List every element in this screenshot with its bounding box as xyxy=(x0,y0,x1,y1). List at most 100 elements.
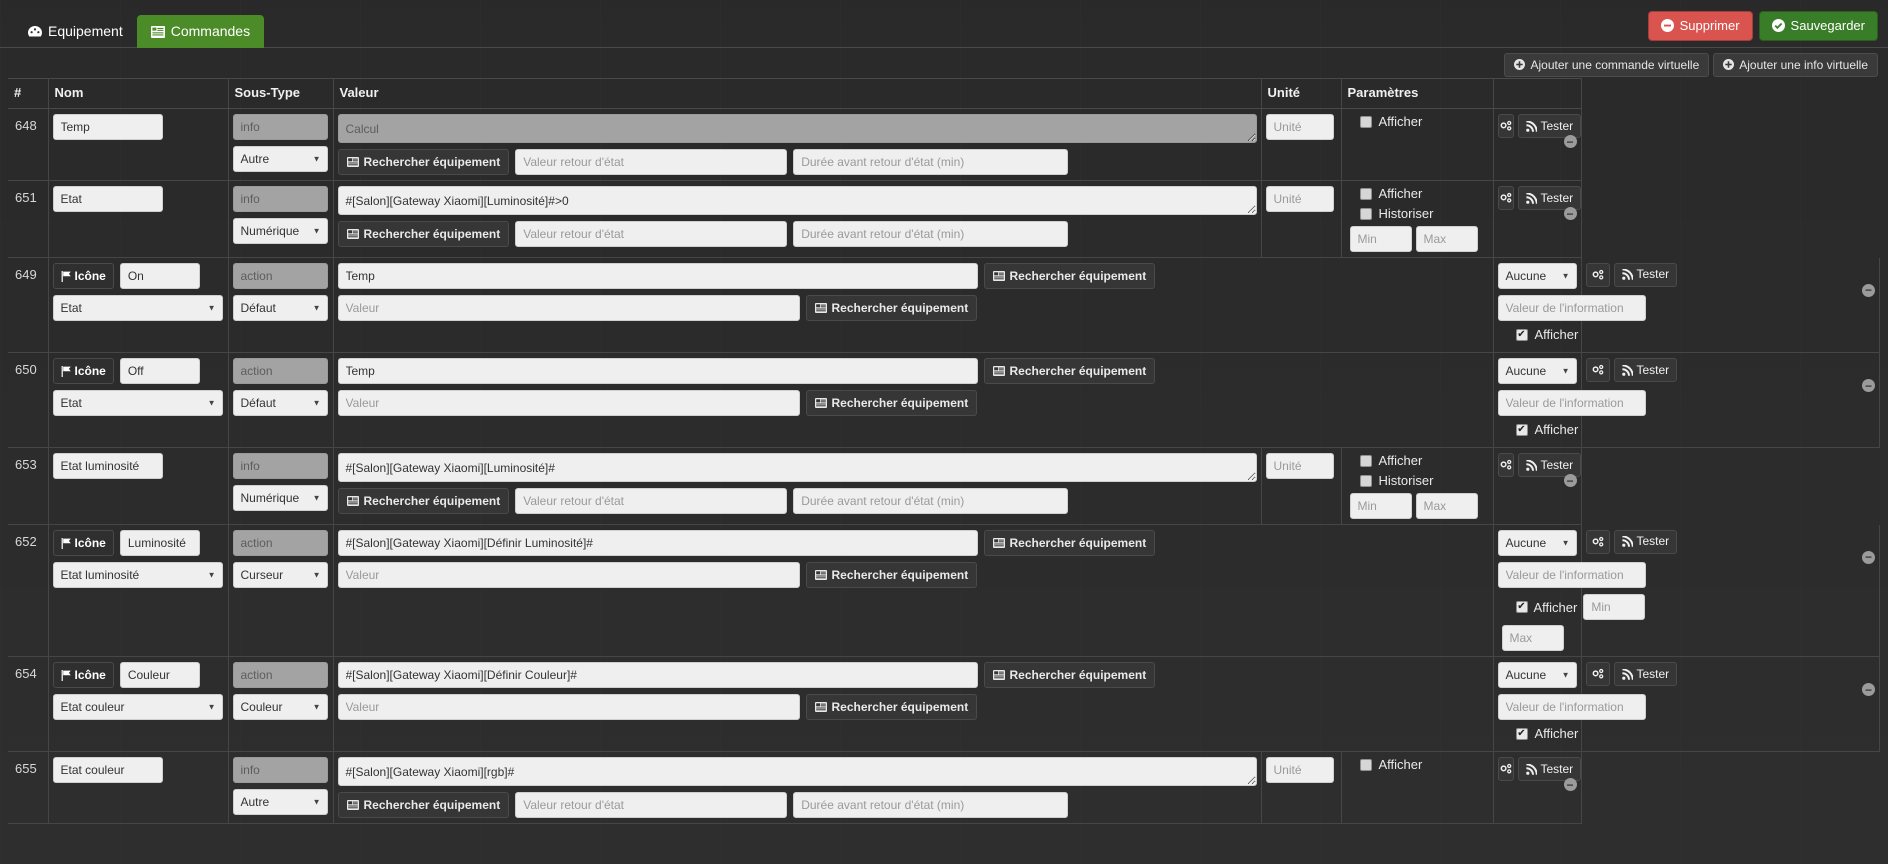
command-name-input[interactable] xyxy=(119,662,200,688)
choose-icon-button[interactable]: Icône xyxy=(52,530,114,556)
command-name-input[interactable] xyxy=(119,263,200,289)
search-equipment-button[interactable]: Rechercher équipement xyxy=(337,792,510,818)
unit-input[interactable] xyxy=(1265,186,1334,212)
afficher-checkbox[interactable]: ✔ xyxy=(1515,601,1528,613)
linked-info-select[interactable]: Etat couleur ▼ xyxy=(52,694,223,720)
unit-input[interactable] xyxy=(1265,114,1334,140)
command-request-input[interactable] xyxy=(337,358,978,384)
test-button[interactable]: Tester xyxy=(1613,262,1678,287)
command-value-textarea[interactable]: #[Salon][Gateway Xiaomi][Luminosité]# xyxy=(337,453,1257,482)
test-button[interactable]: Tester xyxy=(1613,358,1678,382)
max-input[interactable] xyxy=(1415,226,1478,252)
command-request-input[interactable] xyxy=(337,662,978,688)
command-subtype-select[interactable]: Défaut ▼ xyxy=(232,295,328,321)
search-equipment-button[interactable]: Rechercher équipement xyxy=(337,221,510,247)
command-subtype-select[interactable]: Autre ▼ xyxy=(232,789,328,815)
configure-icon-button[interactable] xyxy=(1585,662,1610,686)
min-input[interactable] xyxy=(1349,226,1412,252)
linked-info-select[interactable]: Etat ▼ xyxy=(52,295,223,321)
remove-command-button[interactable]: − xyxy=(1563,135,1577,148)
command-name-input[interactable] xyxy=(52,757,163,783)
unit-input[interactable] xyxy=(1265,453,1334,479)
command-request-input[interactable] xyxy=(337,263,978,289)
configure-icon-button[interactable] xyxy=(1497,757,1514,781)
historiser-checkbox[interactable] xyxy=(1359,474,1372,487)
return-value-input[interactable] xyxy=(515,149,788,175)
remove-command-button[interactable]: − xyxy=(1563,207,1577,220)
param-select[interactable]: Aucune ▼ xyxy=(1497,662,1577,688)
tab-commandes[interactable]: Commandes xyxy=(136,15,265,48)
return-delay-input[interactable] xyxy=(793,792,1069,818)
command-value-textarea[interactable]: #[Salon][Gateway Xiaomi][Luminosité]#>0 xyxy=(337,186,1257,215)
afficher-checkbox[interactable] xyxy=(1359,115,1372,128)
search-equipment-button[interactable]: Rechercher équipement xyxy=(983,358,1156,384)
command-name-input[interactable] xyxy=(119,358,200,384)
param-select[interactable]: Aucune ▼ xyxy=(1497,530,1577,556)
save-button[interactable]: Sauvegarder xyxy=(1758,11,1878,41)
search-equipment-button[interactable]: Rechercher équipement xyxy=(805,694,978,720)
historiser-checkbox[interactable] xyxy=(1359,207,1372,220)
afficher-checkbox[interactable] xyxy=(1359,454,1372,467)
remove-command-button[interactable]: − xyxy=(1862,283,1875,297)
command-value-input[interactable] xyxy=(337,694,800,720)
return-delay-input[interactable] xyxy=(793,488,1069,514)
min-input[interactable] xyxy=(1349,493,1412,519)
return-value-input[interactable] xyxy=(515,792,788,818)
search-equipment-button[interactable]: Rechercher équipement xyxy=(983,530,1156,556)
tab-equipement[interactable]: Equipement xyxy=(14,15,137,48)
test-button[interactable]: Tester xyxy=(1613,529,1678,554)
unit-input[interactable] xyxy=(1265,757,1334,783)
choose-icon-button[interactable]: Icône xyxy=(52,358,114,384)
param-select[interactable]: Aucune ▼ xyxy=(1497,263,1577,289)
remove-command-button[interactable]: − xyxy=(1862,379,1875,392)
command-subtype-select[interactable]: Numérique ▼ xyxy=(232,485,328,511)
search-equipment-button[interactable]: Rechercher équipement xyxy=(337,149,510,175)
search-equipment-button[interactable]: Rechercher équipement xyxy=(983,263,1156,289)
remove-command-button[interactable]: − xyxy=(1563,778,1577,791)
return-value-input[interactable] xyxy=(515,221,788,247)
afficher-checkbox[interactable]: ✔ xyxy=(1515,423,1528,436)
afficher-checkbox[interactable] xyxy=(1359,758,1372,771)
search-equipment-button[interactable]: Rechercher équipement xyxy=(805,562,978,588)
remove-command-button[interactable]: − xyxy=(1862,550,1875,564)
search-equipment-button[interactable]: Rechercher équipement xyxy=(983,662,1156,688)
command-value-input[interactable] xyxy=(337,295,800,321)
configure-icon-button[interactable] xyxy=(1497,114,1514,138)
command-value-textarea[interactable]: #[Salon][Gateway Xiaomi][rgb]# xyxy=(337,757,1257,786)
command-subtype-select[interactable]: Autre ▼ xyxy=(232,146,328,172)
configure-icon-button[interactable] xyxy=(1497,453,1514,477)
param-select[interactable]: Aucune ▼ xyxy=(1497,358,1577,384)
command-value-input[interactable] xyxy=(337,390,800,416)
afficher-checkbox[interactable]: ✔ xyxy=(1515,727,1528,740)
add-virtual-command-button[interactable]: Ajouter une commande virtuelle xyxy=(1504,52,1710,78)
command-name-input[interactable] xyxy=(52,453,163,479)
choose-icon-button[interactable]: Icône xyxy=(52,662,114,688)
configure-icon-button[interactable] xyxy=(1585,262,1610,287)
command-value-textarea[interactable] xyxy=(337,114,1257,143)
linked-info-select[interactable]: Etat ▼ xyxy=(52,390,223,416)
max-input[interactable] xyxy=(1501,625,1564,651)
afficher-checkbox[interactable] xyxy=(1359,187,1372,200)
search-equipment-button[interactable]: Rechercher équipement xyxy=(337,488,510,514)
search-equipment-button[interactable]: Rechercher équipement xyxy=(805,295,978,321)
command-request-input[interactable] xyxy=(337,530,978,556)
test-button[interactable]: Tester xyxy=(1613,662,1678,686)
command-subtype-select[interactable]: Défaut ▼ xyxy=(232,390,328,416)
configure-icon-button[interactable] xyxy=(1585,529,1610,554)
configure-icon-button[interactable] xyxy=(1585,358,1610,382)
configure-icon-button[interactable] xyxy=(1497,186,1514,210)
choose-icon-button[interactable]: Icône xyxy=(52,263,114,289)
add-virtual-info-button[interactable]: Ajouter une info virtuelle xyxy=(1713,52,1878,78)
delete-button[interactable]: Supprimer xyxy=(1647,11,1753,41)
max-input[interactable] xyxy=(1415,493,1478,519)
command-value-input[interactable] xyxy=(337,562,800,588)
command-subtype-select[interactable]: Couleur ▼ xyxy=(232,694,328,720)
return-value-input[interactable] xyxy=(515,488,788,514)
search-equipment-button[interactable]: Rechercher équipement xyxy=(805,390,978,416)
remove-command-button[interactable]: − xyxy=(1563,474,1577,487)
command-subtype-select[interactable]: Numérique ▼ xyxy=(232,218,328,244)
linked-info-select[interactable]: Etat luminosité ▼ xyxy=(52,562,223,588)
command-subtype-select[interactable]: Curseur ▼ xyxy=(232,562,328,588)
command-name-input[interactable] xyxy=(119,530,200,556)
command-name-input[interactable] xyxy=(52,186,163,212)
